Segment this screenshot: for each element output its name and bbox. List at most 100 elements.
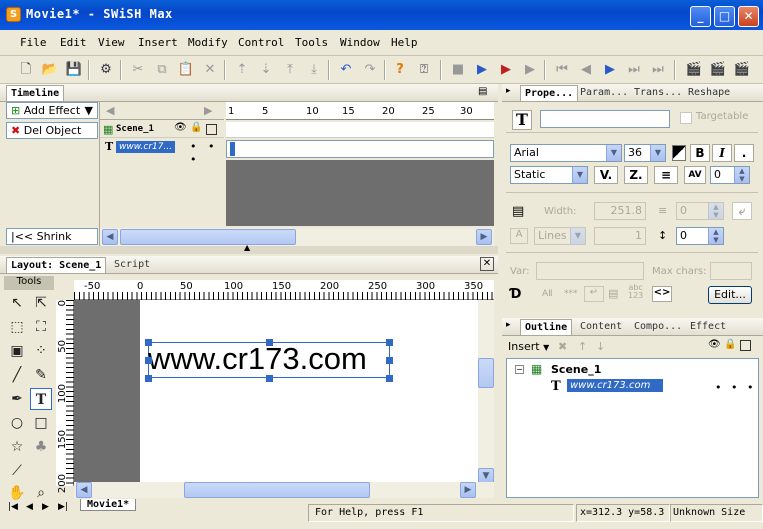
reshape-icon[interactable]: ⛶ [30,316,52,338]
stage[interactable]: www.cr173.com [140,300,478,486]
insert-sprite-icon[interactable]: 🎬 [708,60,728,80]
html-tags-button[interactable]: <> [652,286,672,302]
add-effect-button[interactable]: ⊞ Add Effect ▼ [6,102,98,119]
lines-count-input[interactable]: 1 [594,227,646,245]
list-icon[interactable]: ▤ [608,287,618,300]
spinner-icon[interactable]: ▲ ▼ [734,167,749,183]
delete-icon[interactable]: ✖ [558,340,567,353]
scene-frames[interactable] [226,122,494,138]
scene-tree-label[interactable]: Scene_1 [551,363,601,376]
fill-transform-icon[interactable]: ▣ [6,340,28,362]
last-frame-icon[interactable]: ⏭ [648,60,668,80]
outline-toggle-icon[interactable] [740,340,751,351]
transform-icon[interactable]: ⬚ [6,316,28,338]
eye-icon[interactable]: 👁 [708,339,721,350]
play-icon[interactable]: ▶ [472,60,492,80]
menu-help[interactable]: Help [391,36,418,49]
max-chars-input[interactable] [710,262,752,280]
move-top-icon[interactable]: ⤒ [280,60,300,80]
maximize-button[interactable]: □ [714,6,735,27]
tab-outline[interactable]: Outline [520,319,573,335]
prev-frame-icon[interactable]: ◀ [576,60,596,80]
new-file-icon[interactable]: 🗋 [16,60,36,80]
password-icon[interactable]: *** [564,289,578,299]
ellipse-icon[interactable]: ○ [6,412,28,434]
font-select[interactable]: Arial ▼ [510,144,622,162]
motion-path-icon[interactable]: ⁘ [30,340,52,362]
insert-scene-icon[interactable]: 🎬 [684,60,704,80]
scroll-right-icon[interactable]: ▶ [204,104,212,117]
tab-script[interactable]: Script [110,257,154,273]
close-layout-icon[interactable]: ✕ [480,257,494,271]
var-input[interactable] [536,262,644,280]
bold-button[interactable]: B [690,144,710,162]
text-row[interactable]: T www.cr17... • • • [100,140,224,166]
lock-icon[interactable]: 🔒 [724,339,736,350]
copy-icon[interactable]: ⧉ [152,60,172,80]
splitter[interactable]: ▲ [0,243,498,254]
eyedropper-icon[interactable]: ⟋ [6,460,28,482]
tab-content[interactable]: Content [576,319,626,335]
move-down-icon[interactable]: ⇣ [256,60,276,80]
text-tree-item[interactable]: www.cr173.com [567,379,663,392]
menu-edit[interactable]: Edit [60,36,87,49]
del-object-button[interactable]: ✖ Del Object [6,122,98,139]
menu-file[interactable]: File [20,36,47,49]
spacing-input[interactable]: 0 ▲ ▼ [710,166,750,184]
open-folder-icon[interactable]: 📂 [40,60,60,80]
shrink-button[interactable]: |<< Shrink [6,228,98,245]
move-up-icon[interactable]: ⇡ [232,60,252,80]
save-icon[interactable]: 💾 [64,60,84,80]
vscroll-thumb[interactable] [478,358,494,388]
scroll-right-arrow[interactable]: ▶ [476,229,492,245]
pen-icon[interactable]: ✒ [6,388,28,410]
paste-icon[interactable]: 📋 [176,60,196,80]
test-icon[interactable]: ⚙ [96,60,116,80]
kerning-button[interactable]: Z. [624,166,648,184]
redo-icon[interactable]: ↷ [360,60,380,80]
first-frame-icon[interactable]: ⏮ [552,60,572,80]
go-frame-icon[interactable]: ⏭ [624,60,644,80]
hscroll-thumb[interactable] [184,482,370,498]
size-select[interactable]: 36 ▼ [624,144,666,162]
handle[interactable] [266,339,273,346]
text-type-select[interactable]: Static ▼ [510,166,588,184]
vertical-text-button[interactable]: V. [594,166,618,184]
menu-window[interactable]: Window [340,36,380,49]
tab-transform[interactable]: Trans... [630,85,686,101]
canvas-hscroll[interactable]: ◀ ▶ [74,482,494,498]
tab-timeline[interactable]: Timeline [6,85,65,101]
outline-toggle-icon[interactable] [206,124,217,135]
move-down-icon[interactable]: ↓ [596,340,605,353]
menu-tools[interactable]: Tools [295,36,328,49]
frame-ruler[interactable]: 1 5 10 15 20 25 30 [226,102,494,120]
insert-button[interactable]: Insert ▼ [508,340,549,353]
handle[interactable] [145,375,152,382]
menu-insert[interactable]: Insert [138,36,178,49]
scroll-thumb[interactable] [120,229,296,245]
scroll-left-arrow[interactable]: ◀ [76,482,92,498]
eye-icon[interactable]: 👁 [174,122,187,133]
handle[interactable] [386,339,393,346]
handle[interactable] [266,375,273,382]
star-icon[interactable]: ☆ [6,436,28,458]
align-button[interactable]: ≡ [654,166,678,184]
handle[interactable] [386,375,393,382]
undo-icon[interactable]: ↶ [336,60,356,80]
targetable-checkbox[interactable] [680,112,692,124]
stop-icon[interactable]: ■ [448,60,468,80]
edit-button[interactable]: Edit... [708,286,752,304]
insert-group-icon[interactable]: 🎬 [732,60,752,80]
border-icon[interactable]: ↵ [584,286,604,302]
indent-input[interactable]: 0 ▲ ▼ [676,202,724,220]
minimize-button[interactable]: _ [690,6,711,27]
tab-effect[interactable]: Effect [686,319,730,335]
next-frame-icon[interactable]: ▶ [600,60,620,80]
tab-parameters[interactable]: Param... [576,85,632,101]
canvas-vscroll[interactable]: ▼ [478,300,494,486]
scroll-left-icon[interactable]: ◀ [106,104,114,117]
italic-button[interactable]: I [712,144,732,162]
collapse-icon[interactable]: − [515,365,524,374]
embed-chars-icon[interactable]: abc 123 [628,284,643,300]
select-icon[interactable]: ↖ [6,292,28,314]
